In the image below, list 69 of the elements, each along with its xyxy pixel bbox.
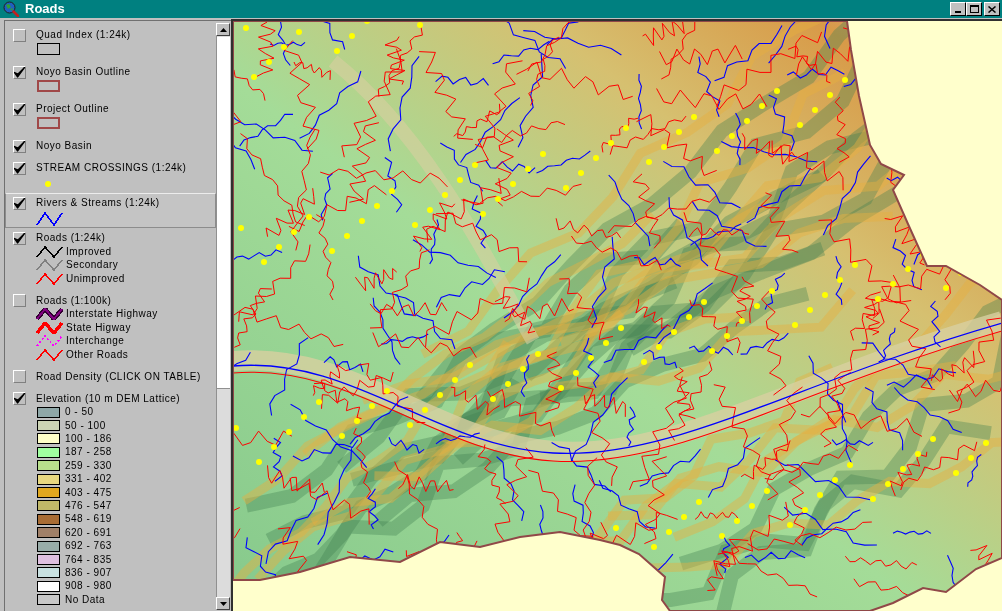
legend-layer[interactable]: Project Outline [5, 99, 216, 136]
caret-up-icon [219, 27, 227, 32]
checkmark-icon [14, 162, 25, 174]
legend-layer[interactable]: Noyo Basin Outline [5, 62, 216, 99]
class-label: 50 - 100 [65, 418, 106, 433]
class-label: 259 - 330 [65, 458, 112, 473]
class-label: 0 - 50 [65, 405, 94, 420]
class-label: 403 - 475 [65, 485, 112, 500]
checkmark-icon [14, 140, 25, 152]
checkmark-icon [14, 103, 25, 115]
layer-checkbox[interactable] [13, 392, 26, 405]
checkmark-icon [14, 393, 25, 404]
maximize-icon [969, 5, 979, 13]
close-button[interactable] [984, 2, 1000, 16]
layer-checkbox[interactable] [13, 102, 26, 116]
class-label: 476 - 547 [65, 498, 112, 513]
checkmark-icon [14, 66, 25, 78]
legend-layer[interactable]: Roads (1:24k) Improved Secondary Unimproved [5, 228, 216, 291]
layer-name: Project Outline [36, 102, 110, 116]
class-label: 836 - 907 [65, 565, 112, 580]
layer-name: Noyo Basin Outline [36, 65, 131, 79]
layer-name: Elevation (10 m DEM Lattice) [36, 391, 181, 406]
layer-name: Road Density (CLICK ON TABLE) [36, 369, 201, 384]
class-label: Other Roads [66, 347, 129, 362]
legend-layer[interactable]: Roads (1:100k) Interstate Highway State Higway Interchange Other Roads [5, 290, 216, 367]
class-label: No Data [65, 592, 106, 607]
layer-checkbox[interactable] [13, 161, 26, 175]
class-label: State Higway [66, 320, 131, 335]
class-label: Secondary [66, 258, 119, 273]
maximize-button[interactable] [966, 2, 982, 16]
class-label: 331 - 402 [65, 472, 112, 487]
layer-name: Roads (1:100k) [36, 293, 112, 308]
class-label: Interchange [66, 334, 125, 349]
legend-layer[interactable]: Rivers & Streams (1:24k) [5, 193, 216, 228]
scroll-up-button[interactable] [216, 23, 230, 36]
legend-layer[interactable]: Noyo Basin [5, 136, 216, 158]
layer-name: STREAM CROSSINGS (1:24k) [36, 161, 187, 175]
layer-name: Roads (1:24k) [36, 231, 106, 245]
layer-checkbox[interactable] [13, 139, 26, 153]
class-label: 100 - 186 [65, 432, 112, 446]
class-label: 187 - 258 [65, 445, 112, 460]
class-label: 548 - 619 [65, 512, 112, 527]
minimize-button[interactable] [950, 2, 966, 16]
class-label: 692 - 763 [65, 539, 112, 554]
checkmark-icon [14, 232, 25, 244]
scrollbar-thumb[interactable] [217, 37, 230, 389]
scroll-down-button[interactable] [216, 597, 230, 610]
class-label: 908 - 980 [65, 579, 112, 594]
class-label: Interstate Highway [66, 307, 158, 322]
legend-layer[interactable]: STREAM CROSSINGS (1:24k) [5, 158, 216, 193]
checkmark-icon [14, 197, 25, 209]
globe-magnifier-icon [3, 1, 19, 17]
layer-checkbox[interactable] [13, 231, 26, 245]
window-title: Roads [25, 1, 65, 17]
caret-down-icon [219, 601, 227, 606]
layer-name: Noyo Basin [36, 139, 93, 153]
minimize-icon [955, 11, 961, 13]
legend-layer[interactable]: Quad Index (1:24k) [5, 25, 216, 62]
class-label: 764 - 835 [65, 552, 112, 567]
layer-checkbox[interactable] [13, 196, 26, 210]
class-label: Unimproved [66, 271, 125, 286]
close-icon [988, 5, 996, 13]
class-label: Improved [66, 244, 112, 259]
class-label: 620 - 691 [65, 525, 112, 540]
layer-name: Rivers & Streams (1:24k) [36, 196, 160, 210]
layer-checkbox[interactable] [13, 65, 26, 79]
legend-layer[interactable]: Road Density (CLICK ON TABLE) [5, 366, 216, 389]
layer-name: Quad Index (1:24k) [36, 28, 131, 42]
legend-layer[interactable]: Elevation (10 m DEM Lattice) 0 - 50 50 - 100 100 - 186 187 - 258 259 - 330 331 - 402 403 - 475 476 - 547 548 - 619 620 - 691 692 - 763 764 - 835 836 - 907 908 - 980 No Data [5, 388, 216, 611]
